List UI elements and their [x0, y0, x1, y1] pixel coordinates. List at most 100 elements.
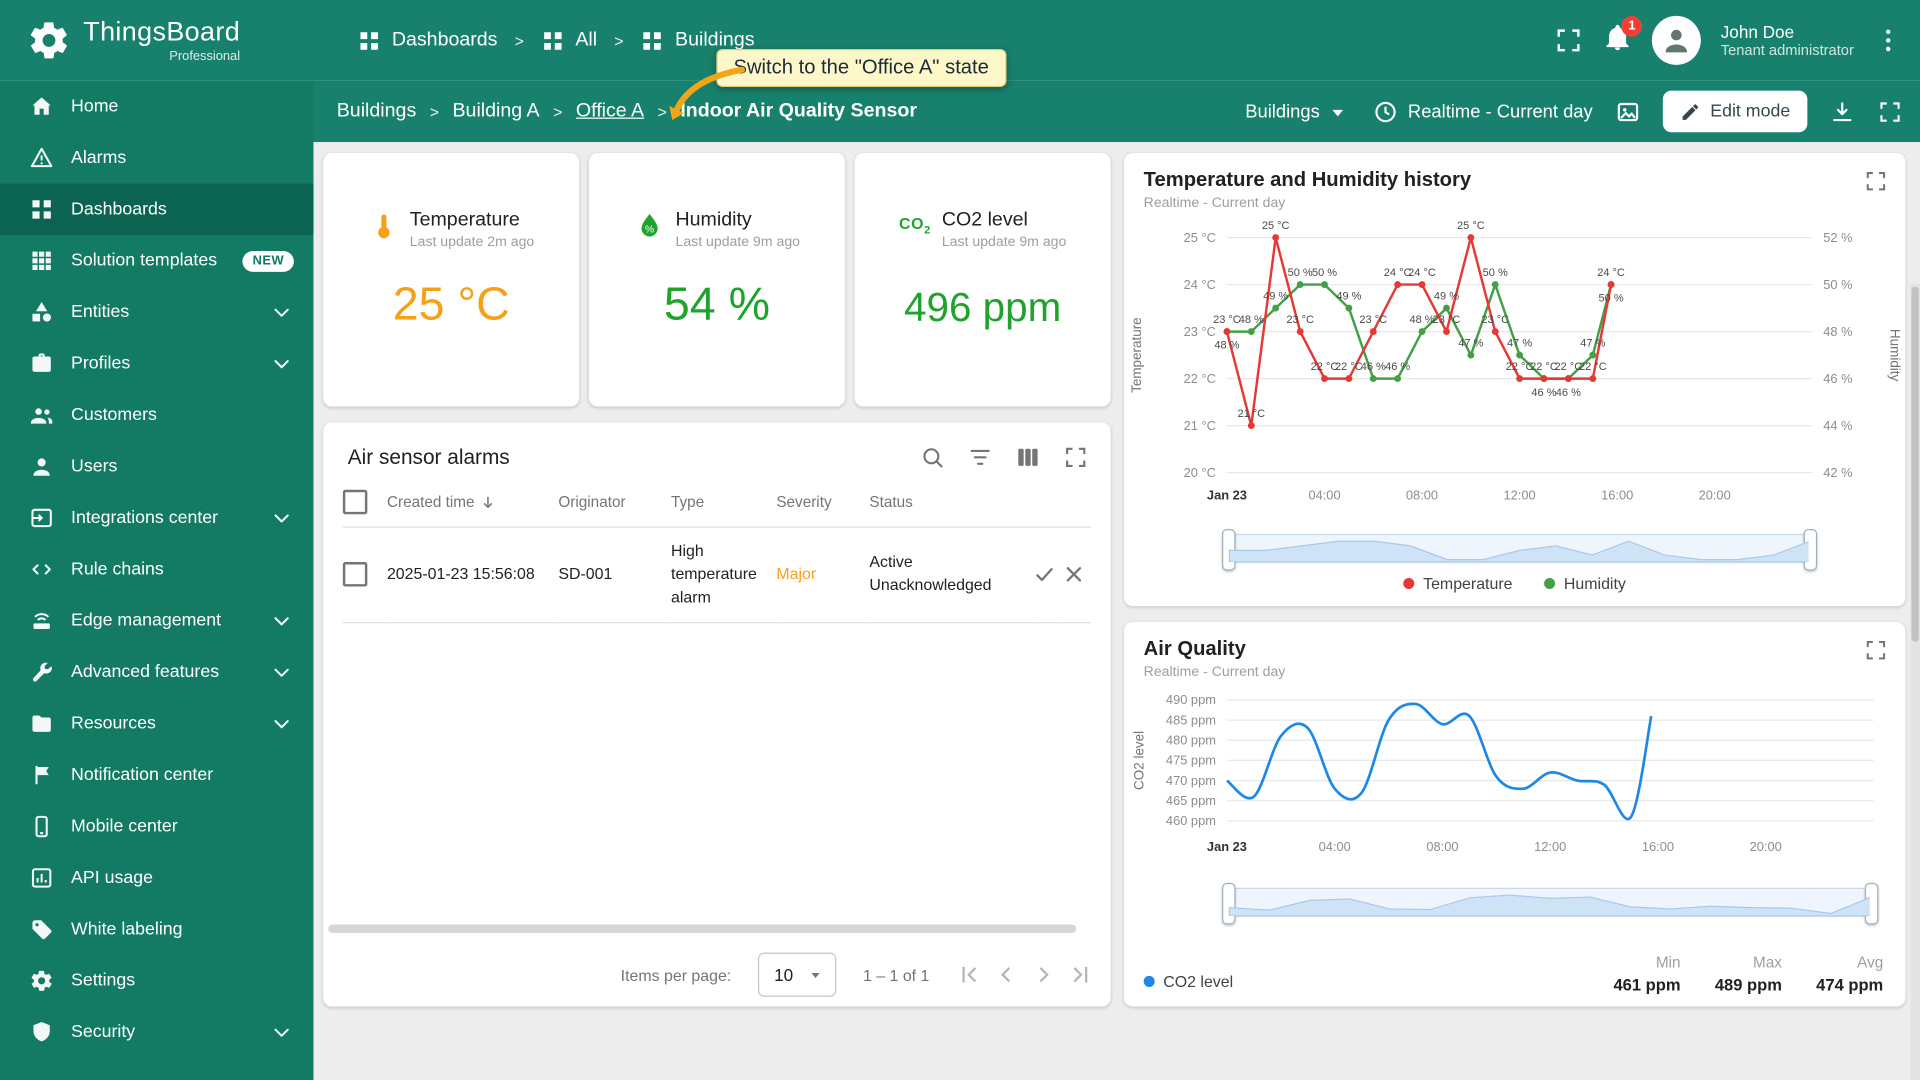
dashboard-group-icon [358, 29, 381, 52]
app-subtitle: Professional [169, 48, 241, 64]
sidebar-item-entities[interactable]: Entities [0, 287, 313, 338]
columns-icon[interactable] [1015, 444, 1041, 470]
column-header-originator[interactable]: Originator [558, 478, 672, 528]
next-page-button[interactable] [1030, 961, 1057, 988]
header-actions: 1 John Doe Tenant administrator [1554, 15, 1920, 65]
severity-cell: Major [776, 528, 870, 623]
breadcrumb-buildings[interactable]: Buildings [337, 100, 417, 122]
legend-dot [1403, 577, 1415, 589]
download-icon[interactable] [1829, 99, 1855, 125]
apps-icon [29, 249, 53, 273]
sidebar-item-users[interactable]: Users [0, 441, 313, 492]
svg-text:50 %: 50 % [1823, 277, 1852, 292]
clear-alarm-icon[interactable] [1062, 562, 1086, 586]
sidebar-item-edge-management[interactable]: Edge management [0, 595, 313, 646]
column-header-severity[interactable]: Severity [776, 478, 870, 528]
svg-text:23 °C: 23 °C [1184, 324, 1216, 339]
category-icon [29, 300, 53, 324]
dashboard-fullscreen-icon[interactable] [1877, 99, 1903, 125]
last-page-button[interactable] [1067, 961, 1094, 988]
legend-item-temperature[interactable]: Temperature [1403, 574, 1512, 593]
chart1-fullscreen-icon[interactable] [1864, 169, 1888, 193]
sidebar-item-resources[interactable]: Resources [0, 698, 313, 749]
table-horizontal-scrollbar[interactable] [328, 924, 1077, 934]
sidebar-item-security[interactable]: Security [0, 1007, 313, 1058]
sidebar-item-mobile-center[interactable]: Mobile center [0, 801, 313, 852]
breadcrumb-indoor-air-quality-sensor: Indoor Air Quality Sensor [680, 100, 917, 122]
header-breadcrumb-dashboards[interactable]: Dashboards [358, 29, 497, 52]
sidebar-item-advanced-features[interactable]: Advanced features [0, 647, 313, 698]
more-menu-icon[interactable] [1873, 26, 1902, 55]
acknowledge-icon[interactable] [1032, 562, 1056, 586]
app-logo[interactable]: ThingsBoard Professional [0, 17, 294, 64]
temperature-subtitle: Last update 2m ago [409, 234, 535, 250]
svg-text:460 ppm: 460 ppm [1166, 813, 1216, 828]
shield-icon [29, 1020, 53, 1044]
svg-text:24 °C: 24 °C [1408, 267, 1436, 279]
column-header-type[interactable]: Type [671, 478, 777, 528]
filter-icon[interactable] [967, 444, 993, 470]
chart2-time-brush[interactable] [1222, 882, 1879, 925]
chevron-down-icon [269, 1020, 293, 1044]
sidebar-item-settings[interactable]: Settings [0, 955, 313, 1006]
flag-icon [29, 763, 53, 787]
svg-text:490 ppm: 490 ppm [1166, 692, 1216, 707]
entity-select[interactable]: Buildings [1245, 99, 1350, 125]
temperature-title: Temperature [409, 209, 520, 231]
svg-text:465 ppm: 465 ppm [1166, 793, 1216, 808]
chart2-legend[interactable]: CO2 level [1143, 972, 1233, 991]
chart1-time-brush[interactable] [1222, 528, 1818, 571]
items-per-page-label: Items per page: [620, 965, 732, 984]
sidebar-item-notification-center[interactable]: Notification center [0, 749, 313, 800]
timewindow-value: Realtime - Current day [1407, 101, 1593, 122]
scrollbar-thumb[interactable] [1911, 286, 1919, 642]
wrench-icon [29, 660, 53, 684]
fullscreen-icon[interactable] [1554, 26, 1583, 55]
sidebar-item-white-labeling[interactable]: White labeling [0, 904, 313, 955]
temperature-card: Temperature Last update 2m ago 25 °C [323, 153, 580, 407]
sidebar-item-integrations-center[interactable]: Integrations center [0, 492, 313, 543]
co2-title: CO2 level [941, 209, 1028, 231]
alarms-fullscreen-icon[interactable] [1063, 444, 1089, 470]
svg-text:25 °C: 25 °C [1184, 230, 1216, 245]
sidebar-item-alarms[interactable]: Alarms [0, 132, 313, 183]
search-icon[interactable] [920, 444, 946, 470]
image-icon[interactable] [1615, 99, 1641, 125]
svg-text:Humidity: Humidity [1888, 329, 1903, 382]
select-all-checkbox[interactable] [342, 489, 368, 515]
breadcrumb-building-a[interactable]: Building A [452, 100, 539, 122]
phone-icon [29, 814, 53, 838]
sidebar-item-customers[interactable]: Customers [0, 389, 313, 440]
notifications-button[interactable]: 1 [1603, 15, 1643, 59]
max-label: Max [1752, 953, 1782, 972]
svg-text:16:00: 16:00 [1642, 839, 1674, 854]
legend-item-humidity[interactable]: Humidity [1544, 574, 1626, 593]
column-header-status[interactable]: Status [869, 478, 1033, 528]
timewindow-button[interactable]: Realtime - Current day [1372, 99, 1593, 125]
edit-mode-button[interactable]: Edit mode [1662, 90, 1808, 133]
sidebar-item-rule-chains[interactable]: Rule chains [0, 544, 313, 595]
entity-select-value: Buildings [1245, 101, 1320, 122]
chevron-down-icon [269, 609, 293, 633]
svg-text:475 ppm: 475 ppm [1166, 753, 1216, 768]
svg-text:46 %: 46 % [1531, 387, 1556, 399]
chart2-fullscreen-icon[interactable] [1864, 638, 1888, 662]
column-header-created-time[interactable]: Created time [386, 478, 559, 528]
sidebar-item-dashboards[interactable]: Dashboards [0, 183, 314, 236]
sidebar-item-api-usage[interactable]: API usage [0, 852, 313, 903]
svg-text:47 %: 47 % [1580, 338, 1605, 350]
avatar[interactable] [1652, 15, 1702, 65]
toolbar-actions: Buildings Realtime - Current day Edit mo… [1245, 90, 1920, 133]
row-checkbox[interactable] [342, 562, 368, 587]
briefcase-icon [29, 351, 53, 375]
sidebar-item-home[interactable]: Home [0, 81, 313, 132]
sidebar-item-profiles[interactable]: Profiles [0, 338, 313, 389]
previous-page-button[interactable] [993, 961, 1020, 988]
alarms-pagination: Items per page: 10 1 – 1 of 1 [323, 943, 1110, 1007]
items-per-page-select[interactable]: 10 [758, 952, 837, 997]
page-scrollbar[interactable] [1910, 284, 1920, 1080]
sidebar-item-solution-templates[interactable]: Solution templates NEW [0, 235, 313, 286]
breadcrumb-office-a[interactable]: Office A [576, 100, 644, 122]
first-page-button[interactable] [956, 961, 983, 988]
header-breadcrumb-all[interactable]: All [541, 29, 597, 52]
